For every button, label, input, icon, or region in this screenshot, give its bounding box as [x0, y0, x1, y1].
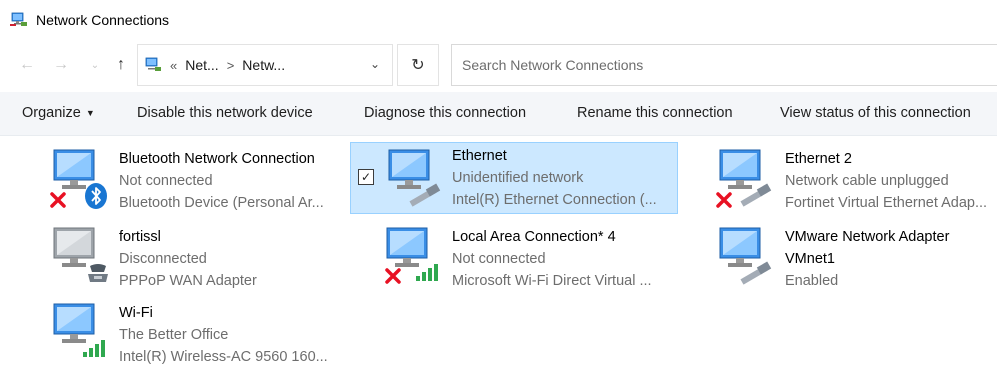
connection-device: Bluetooth Device (Personal Ar... [119, 195, 324, 211]
refresh-icon[interactable]: ↻ [397, 44, 439, 86]
wifi-signal-icon [83, 340, 105, 357]
connection-status: Not connected [452, 251, 546, 267]
forward-arrow-icon[interactable]: → [50, 54, 72, 76]
bluetooth-icon [85, 183, 107, 209]
up-arrow-icon[interactable]: ↑ [110, 54, 132, 76]
connection-item-wifi[interactable]: Wi-Fi The Better Office Intel(R) Wireles… [48, 300, 348, 376]
connection-status: Enabled [785, 273, 839, 289]
connection-name: Ethernet 2 [785, 151, 852, 167]
connection-device: Microsoft Wi-Fi Direct Virtual ... [452, 273, 652, 289]
overflow-chevron[interactable]: « [170, 58, 177, 73]
diagnose-button[interactable]: Diagnose this connection [364, 105, 526, 121]
connection-device: PPPoP WAN Adapter [119, 273, 257, 289]
connection-status: Network cable unplugged [785, 173, 949, 189]
connection-item-ethernet-2[interactable]: Ethernet 2 Network cable unplugged Forti… [714, 146, 997, 222]
error-x-icon [716, 192, 732, 208]
back-arrow-icon[interactable]: ← [16, 54, 38, 76]
connection-name: Ethernet [452, 148, 507, 164]
item-checkbox[interactable]: ✓ [358, 169, 374, 185]
connection-item-fortissl[interactable]: fortissl Disconnected PPPoP WAN Adapter [48, 224, 348, 300]
connection-item-ethernet[interactable]: ✓ Ethernet Unidentified network Intel(R)… [350, 142, 678, 214]
chevron-down-icon[interactable]: ⌄ [370, 57, 380, 71]
connection-status: Not connected [119, 173, 213, 189]
organize-menu-button[interactable]: Organize ▼ [22, 105, 95, 121]
error-x-icon [385, 268, 401, 284]
connection-status: The Better Office [119, 327, 229, 343]
command-bar: Organize ▼ Disable this network device Di… [0, 92, 997, 136]
network-adapter-icon [388, 149, 441, 207]
modem-icon [88, 264, 108, 282]
connection-item-vmware-vmnet1[interactable]: VMware Network Adapter VMnet1 Enabled [714, 224, 997, 300]
network-connections-window: Network Connections ← → ⌄ ↑ « Net... > N… [0, 0, 997, 379]
connection-name-line-2: VMnet1 [785, 251, 835, 267]
disable-device-button[interactable]: Disable this network device [137, 105, 313, 121]
view-status-button[interactable]: View status of this connection [780, 105, 971, 121]
window-title: Network Connections [36, 12, 170, 28]
search-input[interactable]: Search Network Connections [451, 44, 997, 86]
connection-name: fortissl [119, 229, 161, 245]
connection-name: Bluetooth Network Connection [119, 151, 315, 167]
breadcrumb-separator[interactable]: > [227, 58, 235, 73]
connection-name: Local Area Connection* 4 [452, 229, 616, 245]
title-bar: Network Connections [0, 0, 997, 40]
rename-button[interactable]: Rename this connection [577, 105, 733, 121]
connection-item-bluetooth[interactable]: Bluetooth Network Connection Not connect… [48, 146, 348, 222]
address-bar[interactable]: « Net... > Netw... ⌄ [137, 44, 393, 86]
error-x-icon [50, 192, 66, 208]
organize-label: Organize [22, 105, 81, 121]
wifi-signal-icon [416, 264, 438, 281]
breadcrumb-network[interactable]: Net... [185, 57, 218, 73]
connection-name: VMware Network Adapter [785, 229, 950, 245]
connection-name: Wi-Fi [119, 305, 153, 321]
network-connections-icon [145, 57, 161, 71]
connection-item-local-area-connection-4[interactable]: Local Area Connection* 4 Not connected M… [381, 224, 681, 300]
connection-status: Disconnected [119, 251, 207, 267]
recent-locations-chevron-icon[interactable]: ⌄ [84, 54, 106, 76]
network-connections-icon [10, 12, 27, 26]
network-adapter-icon [719, 227, 772, 285]
navigation-bar: ← → ⌄ ↑ « Net... > Netw... ⌄ ↻ Search Ne… [0, 44, 997, 88]
connection-status: Unidentified network [452, 170, 584, 186]
connection-device: Intel(R) Ethernet Connection (... [452, 192, 657, 208]
connection-device: Intel(R) Wireless-AC 9560 160... [119, 349, 328, 365]
connection-device: Fortinet Virtual Ethernet Adap... [785, 195, 988, 211]
breadcrumb-network-connections[interactable]: Netw... [242, 57, 285, 73]
caret-down-icon: ▼ [85, 108, 95, 119]
